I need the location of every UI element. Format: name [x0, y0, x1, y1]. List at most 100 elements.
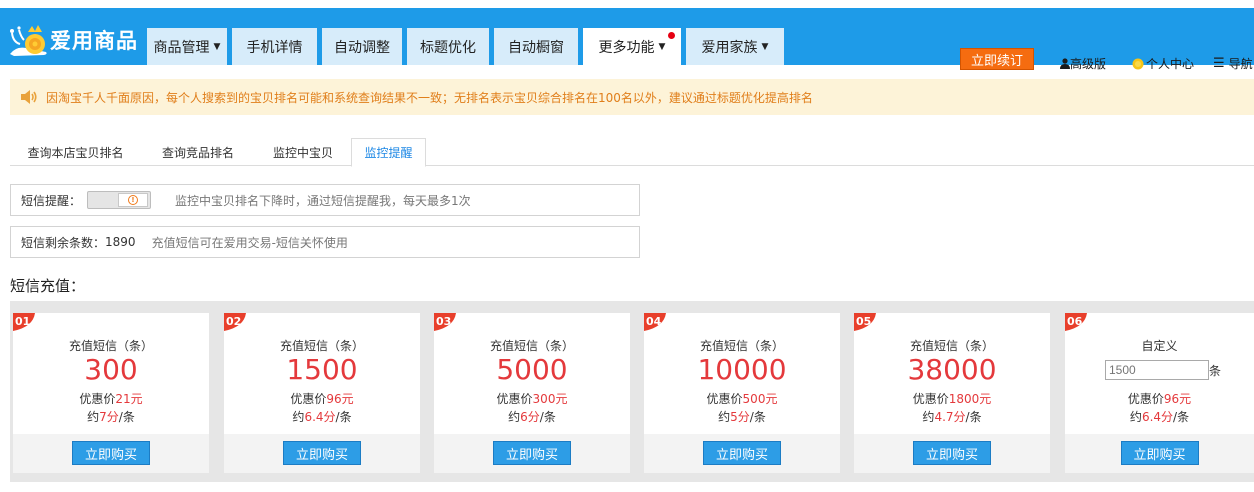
card-unit-price: 约7分/条 [13, 408, 209, 425]
price-value: 1800元 [948, 392, 992, 406]
price-value: 500元 [742, 392, 778, 406]
price-prefix: 优惠价 [79, 392, 116, 406]
nav-item-mobile-details[interactable]: 手机详情 [232, 28, 317, 65]
card-price: 优惠价96元 [1065, 390, 1254, 407]
ranking-tabs: 查询本店宝贝排名 查询竞品排名 监控中宝贝 监控提醒 [10, 138, 1254, 167]
unit-prefix: 约 [292, 410, 305, 424]
unit-prefix: 约 [718, 410, 731, 424]
recharge-card-custom: 06 自定义 条 优惠价96元 约6.4分/条 立即购买 [1065, 313, 1254, 473]
chevron-down-icon: ▼ [658, 41, 666, 52]
ranking-notice: 因淘宝千人千面原因，每个人搜索到的宝贝排名可能和系统查询结果不一致；无排名表示宝… [10, 79, 1254, 115]
nav-item-auto-showcase[interactable]: 自动橱窗 [494, 28, 578, 65]
app-header: 爱用商品 商品管理 ▼ 手机详情 自动调整 标题优化 自动橱窗 更多功能 ▼ 爱用家… [0, 8, 1254, 71]
price-value: 300元 [532, 392, 568, 406]
unit-suffix: /条 [539, 410, 556, 424]
unit-suffix: /条 [965, 410, 982, 424]
renew-button[interactable]: 立即续订 [960, 48, 1034, 70]
buy-button[interactable]: 立即购买 [283, 441, 361, 465]
card-price: 优惠价300元 [434, 390, 630, 407]
nav-item-title-optimize[interactable]: 标题优化 [407, 28, 489, 65]
sms-alert-desc: 监控中宝贝排名下降时，通过短信提醒我，每天最多1次 [175, 193, 471, 208]
unit-value: 7分 [99, 410, 119, 424]
recharge-card-1500: 02 充值短信（条） 1500 优惠价96元 约6.4分/条 立即购买 [224, 313, 420, 473]
buy-button[interactable]: 立即购买 [493, 441, 571, 465]
unit-value: 4.7分 [934, 410, 966, 424]
card-subtitle: 自定义 [1141, 339, 1178, 353]
tab-shop-ranking[interactable]: 查询本店宝贝排名 [10, 138, 141, 166]
recharge-title: 短信充值： [10, 277, 86, 295]
card-price: 优惠价500元 [644, 390, 840, 407]
card-footer: 立即购买 [644, 434, 840, 473]
menu-icon: ☰ [1213, 56, 1225, 71]
user-icon [1060, 58, 1070, 69]
main-nav: 商品管理 ▼ 手机详情 自动调整 标题优化 自动橱窗 更多功能 ▼ 爱用家族 ▼ [147, 28, 789, 65]
card-number: 05 [856, 315, 872, 328]
card-amount: 38000 [907, 353, 997, 386]
price-value: 96元 [1163, 392, 1192, 406]
card-price: 优惠价1800元 [854, 390, 1050, 407]
price-prefix: 优惠价 [290, 392, 327, 406]
card-footer: 立即购买 [434, 434, 630, 473]
top-strip [0, 0, 1254, 8]
card-number: 01 [15, 315, 31, 328]
nav-item-label: 自动调整 [334, 39, 390, 56]
card-subtitle: 充值短信（条） [279, 339, 364, 353]
unit-suffix: /条 [118, 410, 135, 424]
nav-item-label: 商品管理 [153, 39, 210, 56]
unit-suffix: /条 [1173, 410, 1190, 424]
card-number-badge: 02 [224, 313, 246, 331]
user-center-link[interactable]: 个人中心 [1132, 55, 1194, 72]
card-price: 优惠价96元 [224, 390, 420, 407]
card-footer: 立即购买 [1065, 434, 1254, 473]
snail-logo-icon [6, 22, 50, 58]
custom-quantity-input[interactable] [1105, 360, 1209, 380]
version-link[interactable]: 高级版 [1060, 55, 1106, 72]
recharge-card-10000: 04 充值短信（条） 10000 优惠价500元 约5分/条 立即购买 [644, 313, 840, 473]
card-number-badge: 04 [644, 313, 666, 331]
brand-logo[interactable]: 爱用商品 [6, 22, 138, 58]
card-number: 02 [226, 315, 242, 328]
price-prefix: 优惠价 [496, 392, 533, 406]
nav-item-aiyong-family[interactable]: 爱用家族 ▼ [686, 28, 784, 65]
price-value: 21元 [115, 392, 143, 406]
unit-prefix: 约 [1129, 410, 1142, 424]
nav-item-label: 自动橱窗 [508, 39, 564, 56]
nav-item-label: 爱用家族 [701, 39, 758, 56]
custom-unit-label: 条 [1209, 364, 1222, 378]
nav-item-more-features[interactable]: 更多功能 ▼ [583, 28, 681, 65]
card-unit-price: 约4.7分/条 [854, 408, 1050, 425]
notice-text: 因淘宝千人千面原因，每个人搜索到的宝贝排名可能和系统查询结果不一致；无排名表示宝… [46, 90, 813, 105]
unit-value: 6.4分 [304, 410, 336, 424]
sms-balance-count: 1890 [105, 235, 136, 249]
tab-competitor-ranking[interactable]: 查询竞品排名 [141, 138, 255, 166]
unit-value: 6.4分 [1141, 410, 1174, 424]
nav-item-label: 手机详情 [246, 39, 303, 56]
card-unit-price: 约6.4分/条 [224, 408, 420, 425]
card-subtitle: 充值短信（条） [699, 339, 784, 353]
nav-menu-link[interactable]: ☰ 导航 [1213, 55, 1253, 72]
tab-monitored-items[interactable]: 监控中宝贝 [255, 138, 351, 166]
nav-item-label: 更多功能 [598, 39, 655, 56]
sms-alert-toggle[interactable]: ! [87, 191, 152, 209]
user-center-label: 个人中心 [1146, 57, 1195, 71]
buy-button[interactable]: 立即购买 [913, 441, 991, 465]
tab-monitor-alerts[interactable]: 监控提醒 [351, 138, 426, 167]
sms-balance-label: 短信剩余条数： [21, 235, 106, 250]
coin-icon [1132, 58, 1144, 69]
buy-button[interactable]: 立即购买 [703, 441, 781, 465]
buy-button[interactable]: 立即购买 [1120, 441, 1199, 465]
buy-button[interactable]: 立即购买 [72, 441, 150, 465]
nav-item-product-management[interactable]: 商品管理 ▼ [147, 28, 227, 65]
price-prefix: 优惠价 [706, 392, 743, 406]
chevron-down-icon: ▼ [761, 41, 769, 52]
toggle-knob: ! [118, 193, 149, 207]
card-subtitle: 充值短信（条） [489, 339, 574, 353]
unit-suffix: /条 [749, 410, 766, 424]
sms-balance-box: 短信剩余条数： 1890 充值短信可在爱用交易-短信关怀使用 [10, 226, 640, 258]
price-value: 96元 [326, 392, 354, 406]
nav-item-auto-adjust[interactable]: 自动调整 [322, 28, 402, 65]
recharge-card-5000: 03 充值短信（条） 5000 优惠价300元 约6分/条 立即购买 [434, 313, 630, 473]
recharge-card-38000: 05 充值短信（条） 38000 优惠价1800元 约4.7分/条 立即购买 [854, 313, 1050, 473]
nav-menu-label: 导航 [1228, 57, 1253, 71]
card-amount: 5000 [496, 353, 568, 386]
